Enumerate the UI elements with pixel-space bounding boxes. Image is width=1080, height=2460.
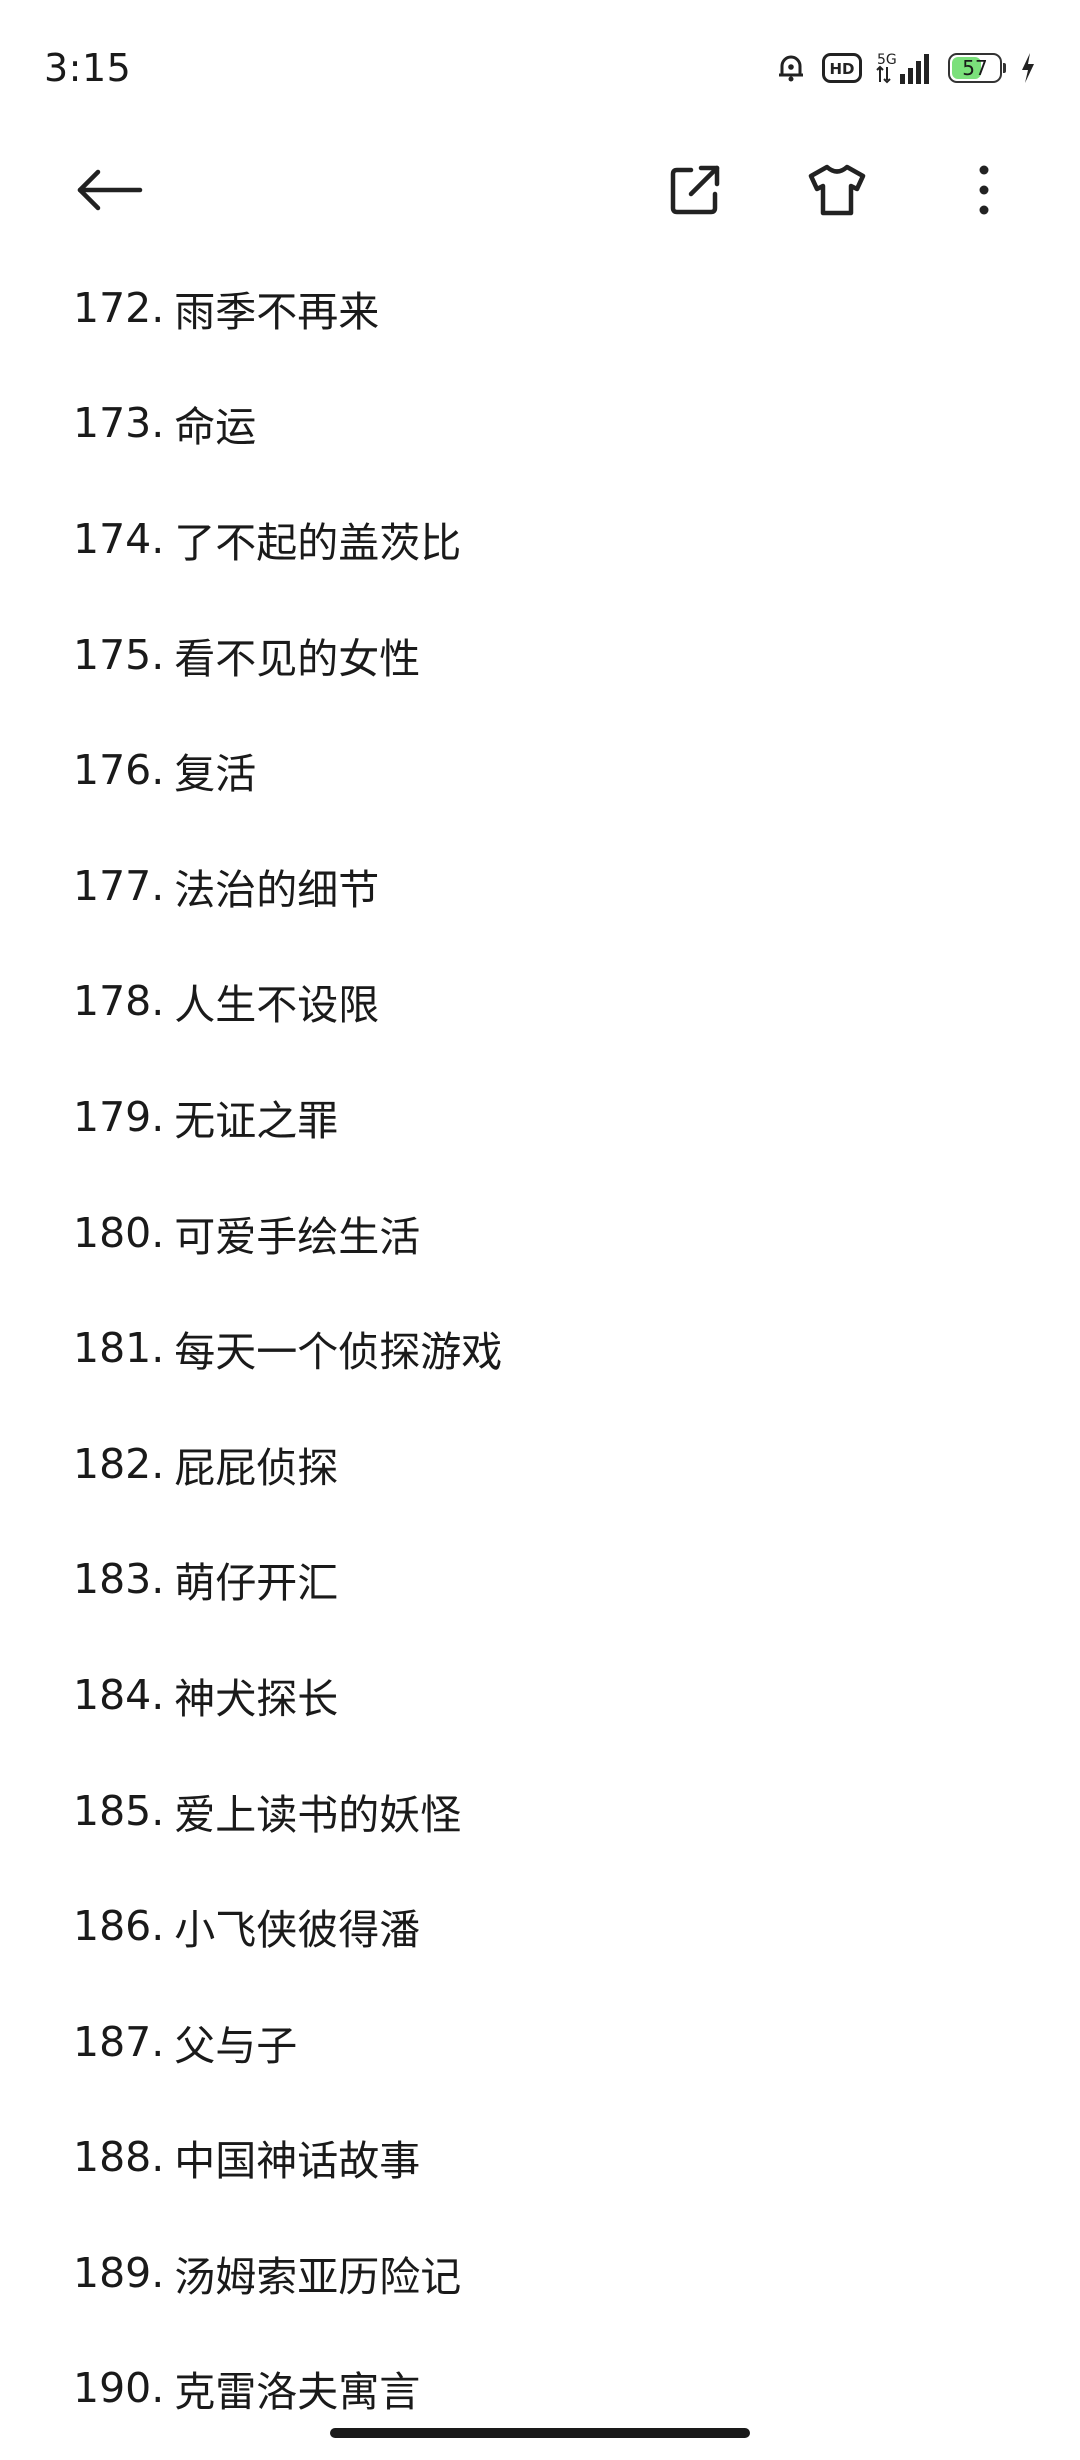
list-item: 185. 爱上读书的妖怪 [0, 1753, 1080, 1869]
item-title: 看不见的女性 [174, 634, 421, 683]
item-title: 无证之罪 [174, 1096, 339, 1145]
hd-icon: HD [822, 53, 862, 83]
item-title: 屁屁侦探 [174, 1443, 339, 1492]
item-title: 爱上读书的妖怪 [174, 1790, 462, 1839]
battery-icon: 57 [948, 53, 1006, 83]
network-label: 5G [877, 52, 897, 68]
list-item: 186. 小飞侠彼得潘 [0, 1868, 1080, 1984]
item-number: 190. [73, 2364, 165, 2413]
item-number: 179. [73, 1092, 165, 1141]
item-number: 172. [73, 283, 165, 332]
signal-5g-icon: 5G [876, 52, 929, 84]
item-number: 188. [73, 2133, 165, 2182]
charging-bolt-icon [1022, 53, 1034, 83]
item-number: 185. [73, 1786, 165, 1835]
status-bar: 3:15 HD 5G 57 [0, 0, 1080, 130]
item-title: 雨季不再来 [174, 287, 380, 336]
item-title: 人生不设限 [174, 981, 380, 1030]
item-title: 中国神话故事 [174, 2137, 421, 2186]
item-title: 可爱手绘生活 [174, 1212, 421, 1261]
list-item: 175. 看不见的女性 [0, 597, 1080, 713]
item-title: 汤姆索亚历险记 [174, 2252, 462, 2301]
item-number: 181. [73, 1324, 165, 1373]
item-number: 174. [73, 514, 165, 563]
item-title: 萌仔开汇 [174, 1559, 339, 1608]
item-number: 177. [73, 861, 165, 910]
theme-shirt-icon [808, 164, 866, 216]
more-vertical-icon [979, 165, 989, 215]
share-icon [670, 165, 720, 215]
list-item: 173. 命运 [0, 366, 1080, 482]
item-number: 184. [73, 1670, 165, 1719]
item-number: 173. [73, 399, 165, 448]
item-title: 法治的细节 [174, 865, 380, 914]
item-number: 186. [73, 1902, 165, 1951]
book-list: 172. 雨季不再来 173. 命运 174. 了不起的盖茨比 175. 看不见的女性 176.… [0, 250, 1080, 2446]
theme-button[interactable] [797, 150, 877, 230]
item-number: 176. [73, 746, 165, 795]
list-item: 187. 父与子 [0, 1984, 1080, 2100]
share-button[interactable] [655, 150, 735, 230]
item-number: 187. [73, 2017, 165, 2066]
item-title: 小飞侠彼得潘 [174, 1906, 421, 1955]
home-indicator[interactable] [330, 2428, 750, 2438]
more-options-button[interactable] [944, 150, 1024, 230]
list-item: 184. 神犬探长 [0, 1637, 1080, 1753]
status-time: 3:15 [44, 46, 132, 90]
list-item: 182. 屁屁侦探 [0, 1406, 1080, 1522]
item-number: 182. [73, 1439, 165, 1488]
battery-level-text: 57 [962, 56, 988, 80]
item-number: 183. [73, 1555, 165, 1604]
list-item: 176. 复活 [0, 712, 1080, 828]
item-number: 180. [73, 1208, 165, 1257]
item-number: 178. [73, 977, 165, 1026]
list-item: 181. 每天一个侦探游戏 [0, 1290, 1080, 1406]
item-title: 命运 [174, 403, 257, 452]
item-number: 175. [73, 630, 165, 679]
item-title: 每天一个侦探游戏 [174, 1328, 503, 1377]
list-item: 183. 萌仔开汇 [0, 1522, 1080, 1638]
alarm-icon [779, 55, 803, 82]
back-arrow-icon [77, 169, 143, 211]
list-item: 188. 中国神话故事 [0, 2100, 1080, 2216]
hd-label: HD [829, 60, 854, 78]
item-title: 神犬探长 [174, 1674, 339, 1723]
item-title: 克雷洛夫寓言 [174, 2368, 421, 2417]
list-item: 178. 人生不设限 [0, 944, 1080, 1060]
item-number: 189. [73, 2248, 165, 2297]
list-item: 172. 雨季不再来 [0, 250, 1080, 366]
toolbar [0, 130, 1080, 250]
item-title: 了不起的盖茨比 [174, 518, 462, 567]
list-item: 177. 法治的细节 [0, 828, 1080, 944]
item-title: 父与子 [174, 2021, 298, 2070]
item-title: 复活 [174, 750, 257, 799]
status-icons: HD 5G 57 [774, 48, 1036, 88]
list-item: 179. 无证之罪 [0, 1059, 1080, 1175]
list-item: 180. 可爱手绘生活 [0, 1175, 1080, 1291]
list-item: 174. 了不起的盖茨比 [0, 481, 1080, 597]
list-item: 189. 汤姆索亚历险记 [0, 2215, 1080, 2331]
back-button[interactable] [70, 150, 150, 230]
